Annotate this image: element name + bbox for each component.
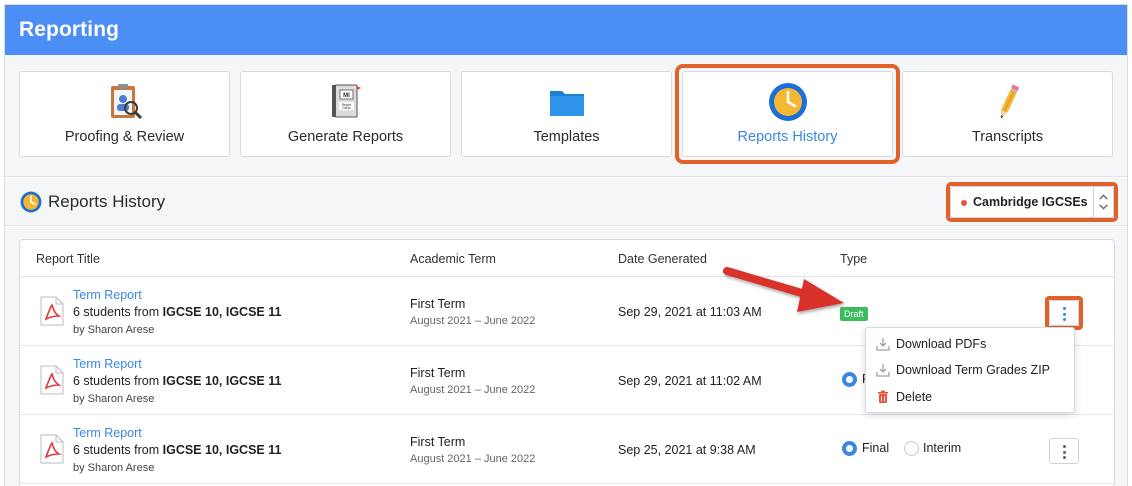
tile-generate-reports[interactable]: MI Report Cards Generate Reports: [240, 71, 451, 157]
row-actions-menu: Download PDFs Download Term Grades ZIP D…: [865, 327, 1075, 413]
program-select[interactable]: Cambridge IGCSEs: [950, 186, 1114, 218]
tile-label: Generate Reports: [287, 129, 404, 145]
folder-icon: [549, 91, 584, 116]
download-icon: [876, 338, 890, 351]
description-classes: IGCSE 10, IGCSE 11: [162, 305, 282, 319]
tile-label: Reports History: [737, 129, 838, 145]
term-range: August 2021 – June 2022: [410, 384, 536, 396]
menu-item-label: Download Term Grades ZIP: [896, 363, 1050, 377]
table-header: Report Title Academic Term Date Generate…: [20, 240, 1114, 277]
academic-term: First Term: [410, 435, 466, 449]
trash-icon: [878, 390, 888, 403]
report-description: 6 students from IGCSE 10, IGCSE 11: [73, 374, 281, 388]
report-cards-book-icon: MI Report Cards: [331, 84, 361, 118]
row-actions-button[interactable]: [1049, 300, 1079, 326]
menu-item-delete[interactable]: Delete: [866, 384, 1074, 410]
status-dot: [961, 200, 967, 206]
row-actions-button[interactable]: [1049, 438, 1079, 464]
report-description: 6 students from IGCSE 10, IGCSE 11: [73, 305, 281, 319]
header-bar: Reporting: [5, 5, 1127, 55]
interim-radio-label: Interim: [923, 441, 962, 455]
table-row: Term Report 6 students from IGCSE 10, IG…: [20, 416, 1114, 484]
description-prefix: 6 students from: [73, 443, 163, 457]
tile-transcripts[interactable]: Transcripts: [902, 71, 1113, 157]
column-header-report-title: Report Title: [36, 252, 100, 266]
term-range: August 2021 – June 2022: [410, 453, 536, 465]
section-title: Reports History: [48, 192, 166, 211]
clipboard-magnifier-icon: [110, 84, 142, 120]
final-radio-label: Final: [862, 441, 890, 455]
svg-text:MI: MI: [343, 93, 350, 99]
section-header: Reports History Cambridge IGCSEs: [5, 178, 1127, 226]
academic-term: First Term: [410, 297, 466, 311]
term-range: August 2021 – June 2022: [410, 315, 536, 327]
pencil-icon: [1000, 84, 1019, 119]
tile-templates[interactable]: Templates: [461, 71, 672, 157]
tile-label: Transcripts: [971, 129, 1044, 145]
select-arrows-icon: [1093, 187, 1108, 217]
description-classes: IGCSE 10, IGCSE 11: [162, 374, 282, 388]
description-prefix: 6 students from: [73, 374, 163, 388]
report-description: 6 students from IGCSE 10, IGCSE 11: [73, 443, 281, 457]
column-header-academic-term: Academic Term: [410, 252, 496, 266]
menu-item-download-term-grades-zip[interactable]: Download Term Grades ZIP: [866, 357, 1074, 383]
app-window: Reporting Proofing & Review MI Report Ca…: [4, 4, 1128, 486]
download-icon: [876, 364, 890, 377]
description-prefix: 6 students from: [73, 305, 163, 319]
pdf-file-icon: [40, 434, 64, 464]
tile-label: Templates: [533, 129, 600, 145]
menu-item-label: Download PDFs: [896, 337, 987, 351]
program-select-value: Cambridge IGCSEs: [973, 195, 1088, 209]
kebab-icon: [1063, 445, 1066, 459]
menu-item-download-pdfs[interactable]: Download PDFs: [866, 331, 1074, 357]
tiles-area: Proofing & Review MI Report Cards Genera…: [5, 55, 1127, 177]
tile-proofing-review[interactable]: Proofing & Review: [19, 71, 230, 157]
report-author: by Sharon Arese: [73, 393, 155, 405]
clock-icon: [768, 83, 807, 121]
tile-label: Proofing & Review: [64, 129, 185, 145]
page-title: Reporting: [19, 18, 120, 41]
description-classes: IGCSE 10, IGCSE 11: [162, 443, 282, 457]
interim-radio[interactable]: [904, 441, 919, 456]
final-radio[interactable]: [842, 372, 857, 387]
tile-reports-history[interactable]: Reports History: [675, 64, 900, 164]
report-title-link[interactable]: Term Report: [73, 426, 142, 440]
date-generated: Sep 29, 2021 at 11:02 AM: [618, 374, 762, 388]
report-title-link[interactable]: Term Report: [73, 357, 142, 371]
final-radio[interactable]: [842, 441, 857, 456]
draft-badge: Draft: [840, 307, 868, 321]
report-author: by Sharon Arese: [73, 462, 155, 474]
report-author: by Sharon Arese: [73, 324, 155, 336]
pdf-file-icon: [40, 296, 64, 326]
column-header-type: Type: [840, 252, 868, 266]
date-generated: Sep 29, 2021 at 11:03 AM: [618, 305, 762, 319]
academic-term: First Term: [410, 366, 466, 380]
pdf-file-icon: [40, 365, 64, 395]
column-header-date-generated: Date Generated: [618, 252, 707, 266]
book-label-line2: Cards: [342, 106, 351, 110]
clock-icon: [20, 191, 42, 213]
menu-item-label: Delete: [896, 390, 933, 404]
date-generated: Sep 25, 2021 at 9:38 AM: [618, 443, 756, 457]
kebab-icon: [1063, 307, 1066, 321]
report-title-link[interactable]: Term Report: [73, 288, 142, 302]
